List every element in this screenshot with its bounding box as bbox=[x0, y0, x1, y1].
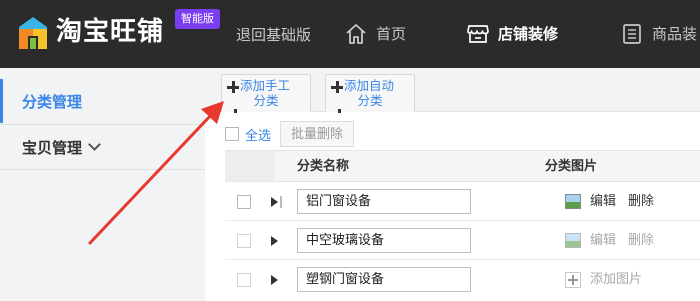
nav-shop-decoration[interactable]: 店铺装修 bbox=[466, 22, 558, 46]
add-auto-category-label-line2: 分类 bbox=[357, 93, 383, 108]
category-name-input[interactable]: 铝门窗设备 bbox=[297, 189, 471, 214]
add-image-plus-icon[interactable] bbox=[565, 272, 581, 288]
add-image-link[interactable]: 添加图片 bbox=[590, 270, 642, 290]
sidebar-item-category-management[interactable]: 分类管理 bbox=[0, 79, 205, 123]
add-manual-category-label-line2: 分类 bbox=[253, 93, 279, 108]
row-checkbox[interactable] bbox=[237, 273, 251, 287]
storefront-icon bbox=[467, 25, 489, 43]
select-all-checkbox[interactable] bbox=[225, 127, 239, 141]
tab-marker bbox=[338, 109, 341, 113]
back-to-basic-link[interactable]: 退回基础版 bbox=[236, 24, 311, 46]
nav-shop-decoration-label: 店铺装修 bbox=[498, 25, 559, 43]
add-manual-category-button[interactable]: 添加手工 分类 bbox=[221, 74, 311, 113]
plus-icon bbox=[227, 81, 239, 93]
column-header-category-name: 分类名称 bbox=[297, 159, 350, 174]
image-thumbnail-icon bbox=[565, 233, 581, 248]
sidebar-item-item-management[interactable]: 宝贝管理 bbox=[0, 125, 205, 169]
expand-arrow-icon[interactable] bbox=[271, 275, 278, 285]
category-name-input[interactable]: 中空玻璃设备 bbox=[297, 228, 471, 253]
delete-image-link[interactable]: 删除 bbox=[628, 231, 654, 251]
table-toolbar: 全选 批量删除 bbox=[225, 121, 355, 147]
edit-image-link[interactable]: 编辑 bbox=[590, 231, 616, 251]
add-auto-category-button[interactable]: 添加自动 分类 bbox=[325, 74, 415, 113]
delete-image-link[interactable]: 删除 bbox=[628, 192, 654, 212]
expand-handle bbox=[280, 196, 282, 208]
header-select-cell bbox=[225, 151, 275, 181]
bulk-delete-button[interactable]: 批量删除 bbox=[280, 121, 355, 147]
column-header-category-image: 分类图片 bbox=[545, 159, 598, 174]
table-row: 铝门窗设备 编辑 删除 bbox=[225, 183, 700, 221]
brand-name: 淘宝旺铺 bbox=[56, 17, 165, 47]
table-row: 中空玻璃设备 编辑 删除 bbox=[225, 222, 700, 260]
edition-badge: 智能版 bbox=[175, 9, 220, 29]
sidebar-item-label: 宝贝管理 bbox=[22, 138, 83, 157]
image-thumbnail-icon bbox=[565, 194, 581, 209]
chevron-down-icon bbox=[88, 138, 101, 151]
home-icon bbox=[346, 24, 366, 44]
document-icon bbox=[623, 24, 641, 44]
select-all-label: 全选 bbox=[245, 128, 272, 144]
add-manual-category-label-line1: 添加手工 bbox=[240, 78, 291, 93]
table-row: 塑钢门窗设备 添加图片 bbox=[225, 261, 700, 299]
nav-goods-decoration[interactable]: 商品装 bbox=[620, 22, 697, 46]
top-navigation-bar: 淘宝旺铺 智能版 退回基础版 首页 店铺装修 商品装 bbox=[0, 0, 700, 68]
taobao-shop-logo-icon bbox=[19, 17, 47, 49]
sidebar: 分类管理 宝贝管理 bbox=[0, 68, 205, 301]
row-checkbox[interactable] bbox=[237, 234, 251, 248]
expand-arrow-icon[interactable] bbox=[271, 236, 278, 246]
sidebar-item-label: 分类管理 bbox=[22, 92, 83, 111]
row-checkbox[interactable] bbox=[237, 195, 251, 209]
expand-arrow-icon[interactable] bbox=[271, 197, 278, 207]
tab-marker bbox=[234, 109, 237, 113]
plus-icon bbox=[331, 81, 343, 93]
sidebar-divider bbox=[0, 169, 205, 170]
action-tabs-strip: 添加手工 分类 添加自动 分类 bbox=[205, 68, 700, 113]
table-header: 分类名称 分类图片 bbox=[225, 150, 700, 182]
nav-home-label: 首页 bbox=[376, 25, 407, 43]
nav-goods-decoration-label: 商品装 bbox=[652, 25, 698, 43]
edit-image-link[interactable]: 编辑 bbox=[590, 192, 616, 212]
add-auto-category-label-line1: 添加自动 bbox=[344, 78, 395, 93]
select-all-control[interactable]: 全选 bbox=[225, 125, 271, 144]
category-name-input[interactable]: 塑钢门窗设备 bbox=[297, 267, 471, 292]
nav-home[interactable]: 首页 bbox=[344, 22, 406, 46]
main-content: 添加手工 分类 添加自动 分类 全选 批量删除 分类名称 分类图片 铝门窗设备 … bbox=[205, 68, 700, 301]
